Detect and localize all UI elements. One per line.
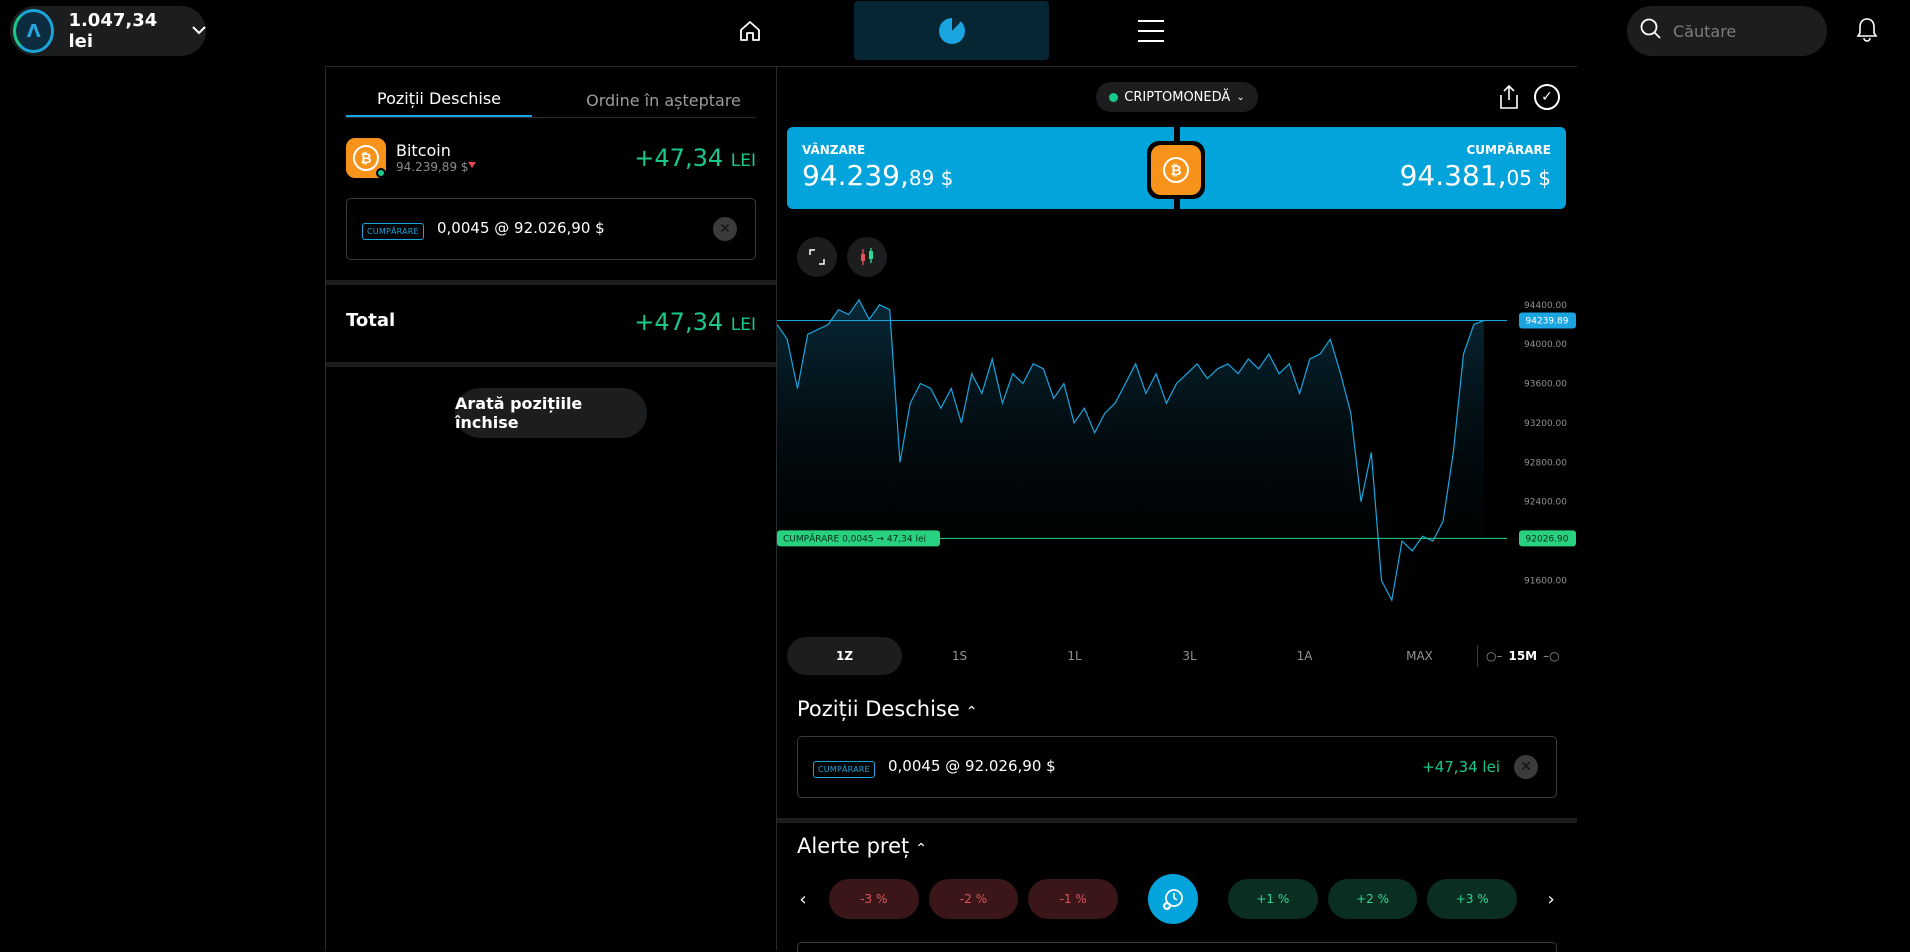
- total-label: Total: [346, 310, 396, 331]
- chevron-down-icon: ⌄: [1236, 91, 1245, 103]
- chevron-up-icon: ⌃: [915, 841, 927, 857]
- chevron-left-icon[interactable]: ‹: [793, 889, 813, 910]
- price-alerts-row: ‹ -3 % -2 % -1 % +1 % +2 % +3 % ›: [793, 874, 1561, 924]
- fullscreen-icon[interactable]: [797, 237, 837, 277]
- brand-logo: Λ: [13, 9, 55, 53]
- account-balance-selector[interactable]: Λ 1.047,34 lei: [10, 6, 206, 56]
- close-position-icon[interactable]: ✕: [1514, 755, 1538, 779]
- y-tick-label: 94400.00: [1524, 301, 1567, 311]
- search-icon: [1639, 17, 1663, 45]
- nav-portfolio-tab[interactable]: [854, 1, 1049, 60]
- bell-icon[interactable]: [1855, 16, 1879, 44]
- category-selector[interactable]: CRIPTOMONEDĂ ⌄: [1096, 82, 1258, 112]
- period-max[interactable]: MAX: [1362, 637, 1477, 675]
- close-position-icon[interactable]: ✕: [713, 217, 737, 241]
- alert-minus-2[interactable]: -2 %: [928, 879, 1019, 919]
- position-details: 0,0045 @ 92.026,90 $: [437, 219, 605, 237]
- candlestick-icon[interactable]: [847, 237, 887, 277]
- alert-plus-3[interactable]: +3 %: [1427, 879, 1518, 919]
- period-1l[interactable]: 1L: [1017, 637, 1132, 675]
- open-positions-header[interactable]: Poziții Deschise ⌃: [797, 697, 978, 721]
- status-dot: [1109, 92, 1119, 102]
- section-title: Poziții Deschise: [797, 697, 960, 721]
- sell-price: 94.239,89 $: [802, 159, 954, 192]
- account-balance: 1.047,34 lei: [68, 10, 158, 52]
- search-box[interactable]: [1627, 6, 1827, 56]
- slider-right-icon: –○: [1543, 649, 1560, 663]
- side-badge: CUMPĂRARE: [813, 761, 875, 778]
- pie-chart-icon: [938, 17, 965, 44]
- divider: [326, 280, 776, 285]
- hamburger-menu-icon[interactable]: [1138, 20, 1164, 42]
- period-1a[interactable]: 1A: [1247, 637, 1362, 675]
- asset-price: 94.239,89 $: [396, 160, 469, 174]
- y-tick-label: 92800.00: [1524, 458, 1567, 468]
- section-title: Alerte preț: [797, 834, 910, 858]
- price-alerts-header[interactable]: Alerte preț ⌃: [797, 834, 927, 858]
- chevron-right-icon[interactable]: ›: [1541, 889, 1561, 910]
- side-badge: CUMPĂRARE: [362, 223, 424, 240]
- y-tick-label: 93200.00: [1524, 419, 1567, 429]
- buy-label: CUMPĂRARE: [1466, 143, 1551, 157]
- tab-pending-orders[interactable]: Ordine în așteptare: [572, 82, 755, 118]
- slider-left-icon: ○–: [1486, 649, 1503, 663]
- divider: [1477, 645, 1478, 667]
- asset-name: Bitcoin: [396, 141, 451, 160]
- divider: [325, 66, 326, 950]
- chart-area: [777, 299, 1484, 610]
- bitcoin-icon: ₿: [1151, 145, 1201, 195]
- chevron-up-icon: ⌃: [965, 704, 978, 720]
- asset-pnl: +47,34 LEI: [634, 144, 756, 172]
- category-label: CRIPTOMONEDĂ: [1124, 89, 1231, 105]
- position-pnl: +47,34 lei: [1422, 758, 1500, 776]
- divider: [325, 66, 1577, 67]
- buy-price: 94.381,05 $: [1399, 159, 1551, 192]
- buy-button[interactable]: CUMPĂRARE 94.381,05 $: [1180, 127, 1566, 209]
- share-icon[interactable]: [1497, 84, 1521, 110]
- alert-minus-1[interactable]: -1 %: [1028, 879, 1119, 919]
- position-card[interactable]: CUMPĂRARE 0,0045 @ 92.026,90 $ +47,34 le…: [797, 736, 1557, 798]
- add-alert-icon[interactable]: [1148, 874, 1198, 924]
- sell-label: VÂNZARE: [802, 143, 866, 157]
- alert-plus-2[interactable]: +2 %: [1327, 879, 1418, 919]
- period-1s[interactable]: 1S: [902, 637, 1017, 675]
- alert-minus-3[interactable]: -3 %: [828, 879, 919, 919]
- entry-price-tag-label: 92026.90: [1526, 534, 1569, 544]
- total-pnl: +47,34 LEI: [634, 308, 756, 336]
- price-down-icon: [468, 162, 476, 168]
- period-3l[interactable]: 3L: [1132, 637, 1247, 675]
- home-icon[interactable]: [735, 14, 765, 48]
- alert-plus-1[interactable]: +1 %: [1227, 879, 1318, 919]
- divider: [326, 362, 776, 367]
- chevron-down-icon: [192, 23, 206, 39]
- price-chart[interactable]: 94400.00 94000.00 93600.00 93200.00 92800.00…: [777, 290, 1577, 610]
- sell-button[interactable]: VÂNZARE 94.239,89 $: [787, 127, 1174, 209]
- interval-selector[interactable]: ○– 15M –○: [1486, 649, 1560, 663]
- market-open-indicator: [376, 168, 386, 178]
- alert-card: [797, 942, 1557, 952]
- search-input[interactable]: [1673, 21, 1803, 41]
- check-icon[interactable]: ✓: [1534, 84, 1560, 110]
- period-1z[interactable]: 1Z: [787, 637, 902, 675]
- tab-open-positions[interactable]: Poziții Deschise: [346, 82, 532, 118]
- divider: [777, 818, 1577, 823]
- current-price-tag-label: 94239.89: [1526, 317, 1569, 327]
- show-closed-positions-button[interactable]: Arată pozițiile închise: [455, 388, 647, 438]
- position-card[interactable]: CUMPĂRARE 0,0045 @ 92.026,90 $ ✕: [346, 198, 756, 260]
- entry-position-label: CUMPĂRARE 0,0045 → 47,34 lei: [783, 532, 926, 544]
- instrument-icon: ₿: [1147, 141, 1205, 199]
- y-tick-label: 92400.00: [1524, 498, 1567, 508]
- period-selector: 1Z 1S 1L 3L 1A MAX ○– 15M –○: [787, 637, 1567, 675]
- y-tick-label: 91600.00: [1524, 576, 1567, 586]
- interval-label: 15M: [1508, 649, 1538, 663]
- divider: [346, 117, 756, 118]
- y-tick-label: 94000.00: [1524, 340, 1567, 350]
- position-details: 0,0045 @ 92.026,90 $: [888, 757, 1056, 775]
- y-tick-label: 93600.00: [1524, 380, 1567, 390]
